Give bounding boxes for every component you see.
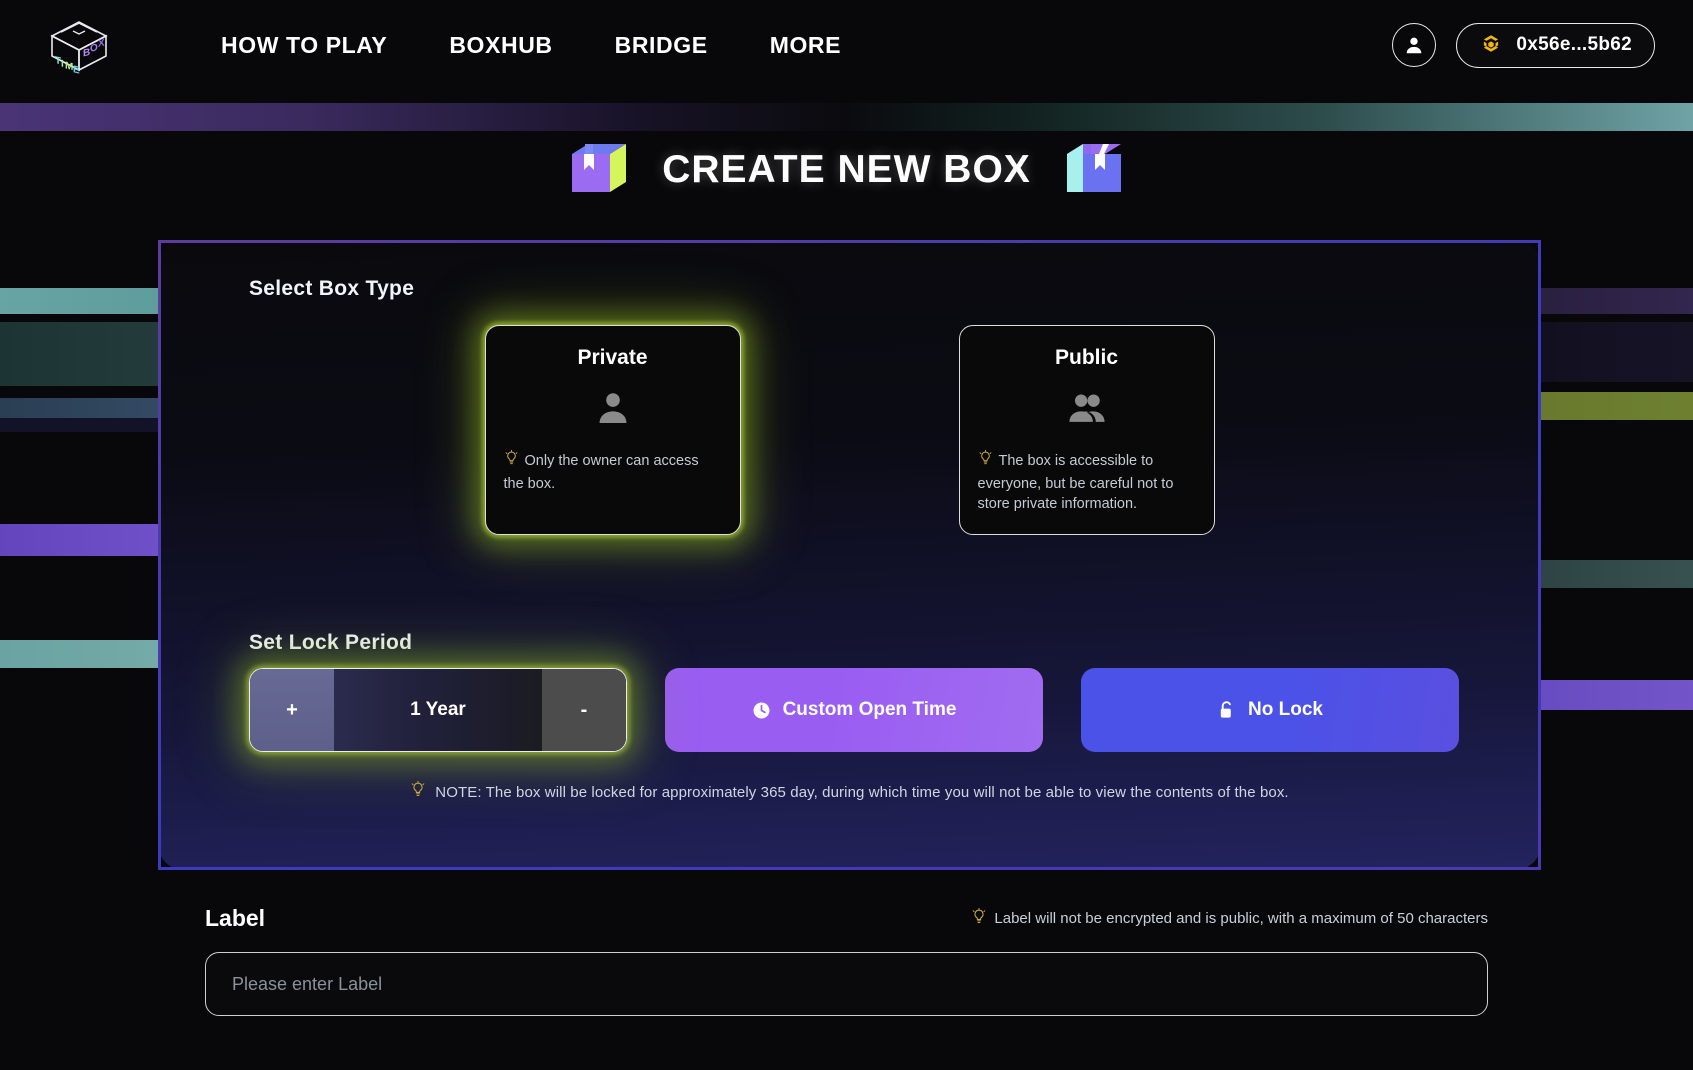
nav-item-how-to-play[interactable]: HOW TO PLAY [221, 32, 387, 59]
lightbulb-icon [504, 449, 519, 474]
lightbulb-icon [971, 907, 987, 930]
nav-item-boxhub[interactable]: BOXHUB [449, 32, 552, 59]
bg-stripe-left-3 [0, 398, 160, 418]
label-input[interactable] [205, 952, 1488, 1016]
box-type-private-hint-row: Only the owner can access the box. [503, 449, 722, 494]
page-title: CREATE NEW BOX [662, 148, 1031, 191]
clock-icon [753, 702, 770, 718]
box-type-public-hint: The box is accessible to everyone, but b… [977, 453, 1174, 513]
nav-right-group: 0x56e...5b62 [1392, 22, 1655, 68]
lock-period-stepper[interactable]: + 1 Year - [249, 668, 627, 752]
box-type-private-hint: Only the owner can access the box. [503, 453, 699, 492]
svg-text:X: X [98, 38, 105, 50]
bg-stripe-left-2 [0, 322, 160, 386]
bnb-icon [1484, 35, 1499, 52]
label-title: Label [205, 905, 266, 931]
box-type-public-card[interactable]: Public The box is accessible to everyone… [958, 325, 1215, 535]
gift-box-icon-left [572, 144, 627, 192]
bg-stripe-left-4 [0, 418, 160, 432]
custom-open-time-label: Custom Open Time [782, 699, 957, 720]
lightbulb-icon-glyph [973, 907, 986, 923]
user-icon [1407, 37, 1422, 54]
single-person-icon [599, 393, 626, 424]
box-type-public-title: Public [1054, 346, 1118, 369]
top-navbar: T I M E B O X HOW TO PLAY BOXHUB BRIDGE … [0, 0, 1693, 90]
lightbulb-icon [978, 449, 993, 474]
no-lock-button[interactable]: No Lock [1081, 668, 1459, 752]
group-people-icon-wrap [978, 388, 1196, 430]
create-box-card: Select Box Type Private Only the owner c… [158, 240, 1541, 870]
label-input-wrap [205, 952, 1488, 1016]
lightbulb-icon-glyph [411, 780, 425, 796]
bg-stripe-left-5 [0, 524, 160, 556]
lightbulb-icon [410, 780, 426, 804]
top-gradient-band [0, 103, 1693, 131]
single-person-icon-wrap [504, 388, 722, 430]
lock-period-decrease-button[interactable]: - [542, 669, 626, 751]
gift-box-icon-right [1066, 144, 1121, 192]
timebox-logo-icon: T I M E B O X [50, 21, 108, 76]
box-type-options: Private Only the owner can access the bo… [161, 325, 1538, 535]
nav-links: HOW TO PLAY BOXHUB BRIDGE MORE [221, 32, 841, 59]
lock-period-increase-button[interactable]: + [250, 669, 334, 751]
select-box-type-label: Select Box Type [249, 277, 415, 300]
nav-item-more[interactable]: MORE [770, 32, 841, 59]
lock-period-value: 1 Year [334, 669, 542, 751]
no-lock-label: No Lock [1248, 699, 1323, 720]
box-type-private-card[interactable]: Private Only the owner can access the bo… [484, 325, 741, 535]
box-type-public-hint-row: The box is accessible to everyone, but b… [977, 449, 1196, 515]
lock-note-text: NOTE: The box will be locked for approxi… [435, 784, 1289, 801]
nav-item-bridge[interactable]: BRIDGE [615, 32, 708, 59]
bg-stripe-left-6 [0, 640, 160, 668]
custom-open-time-button[interactable]: Custom Open Time [665, 668, 1043, 752]
label-hint-row: Label will not be encrypted and is publi… [971, 907, 1488, 930]
account-button[interactable] [1392, 23, 1437, 67]
unlock-icon [1220, 700, 1231, 718]
set-lock-period-label: Set Lock Period [249, 631, 413, 654]
lock-period-controls: + 1 Year - Custom Open Time No Lock [249, 668, 1459, 752]
svg-text:I: I [61, 58, 64, 70]
label-section: Label Label will not be encrypted and is… [0, 905, 1693, 1016]
page-root: T I M E B O X HOW TO PLAY BOXHUB BRIDGE … [0, 0, 1693, 1070]
box-type-private-title: Private [577, 346, 648, 369]
group-people-icon [1068, 394, 1105, 422]
wallet-address: 0x56e...5b62 [1516, 34, 1632, 55]
svg-text:O: O [90, 42, 98, 55]
lightbulb-icon-glyph [979, 449, 991, 465]
lightbulb-icon-glyph [505, 449, 517, 465]
svg-text:E: E [73, 64, 80, 76]
wallet-button[interactable]: 0x56e...5b62 [1456, 22, 1655, 68]
page-title-row: CREATE NEW BOX [0, 140, 1693, 200]
timebox-logo[interactable]: T I M E B O X [42, 14, 116, 76]
label-header-row: Label Label will not be encrypted and is… [0, 905, 1693, 932]
lock-note-row: NOTE: The box will be locked for approxi… [161, 780, 1538, 804]
label-hint-text: Label will not be encrypted and is publi… [994, 910, 1488, 927]
bg-stripe-left-1 [0, 288, 160, 314]
